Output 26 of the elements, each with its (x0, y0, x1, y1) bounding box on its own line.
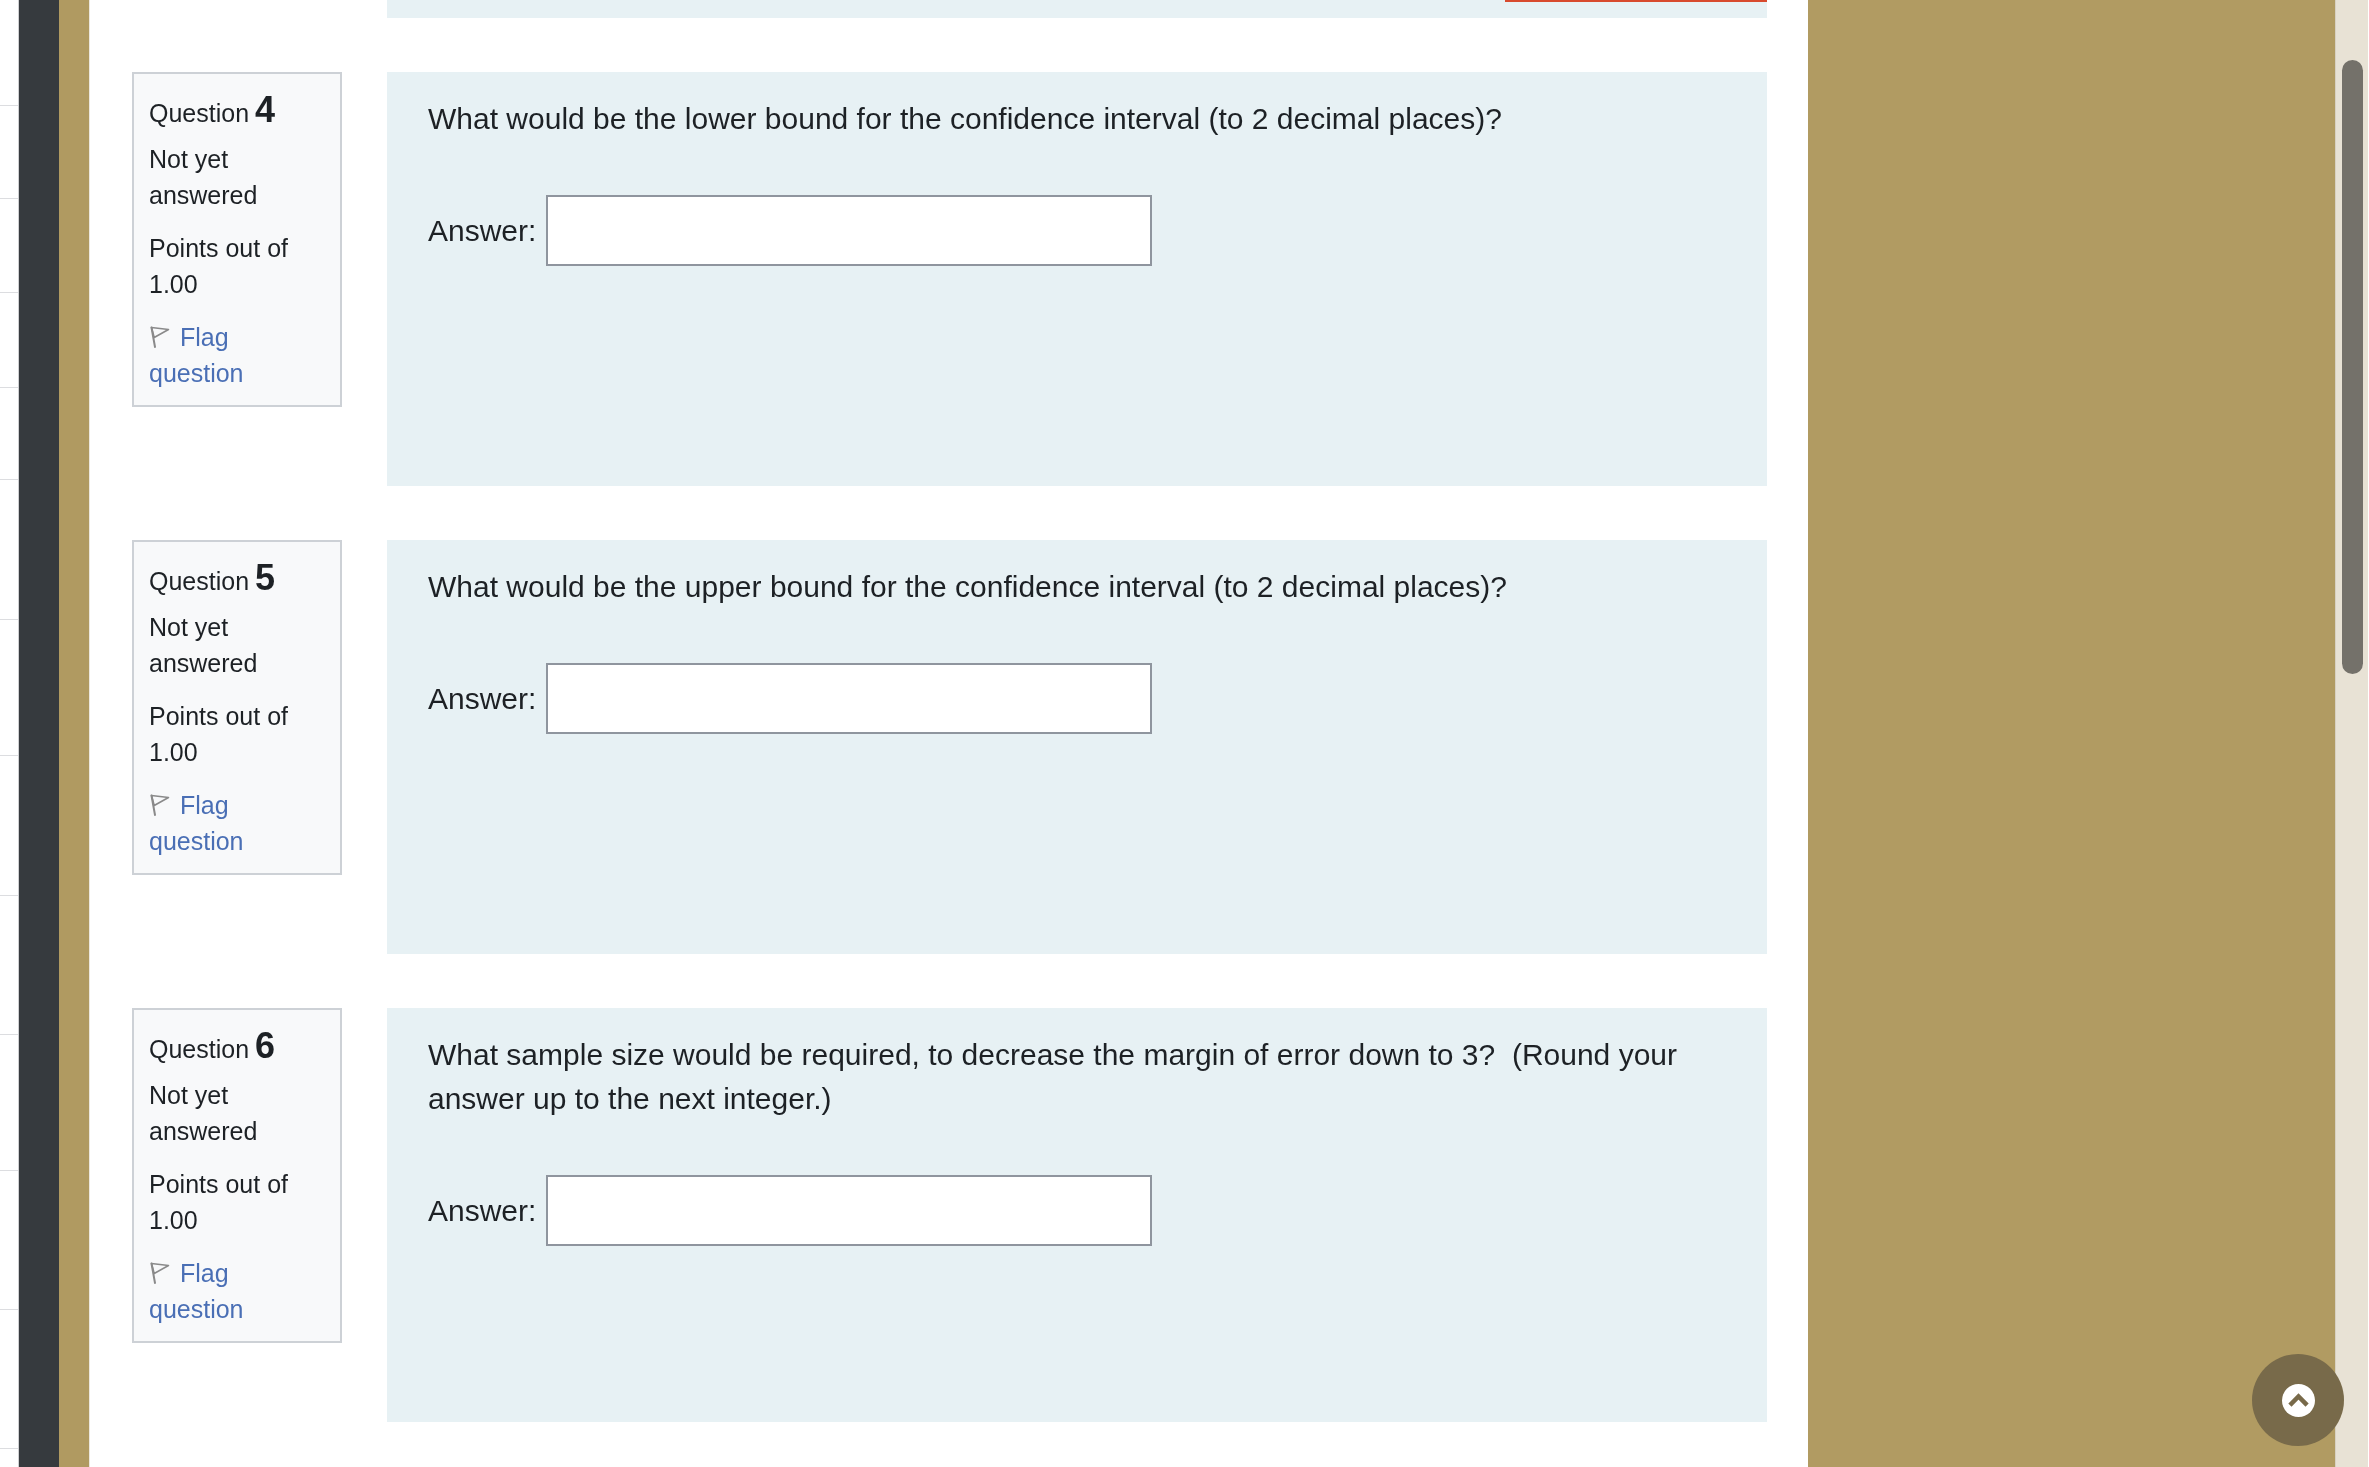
question-text: What would be the upper bound for the confidence interval (to 2 decimal places)? (428, 569, 1508, 605)
question-text: What sample size would be required, to decrease the margin of error down to 3? (Round your answer up to the next integer.) (428, 1037, 1678, 1117)
question-points: Points out of 1.00 (149, 233, 289, 300)
answer-label: Answer: (428, 680, 537, 717)
flag-question-link[interactable]: Flag question (149, 1255, 318, 1327)
answer-label: Answer: (428, 1192, 537, 1229)
question-label: Question (149, 1035, 250, 1063)
question-points: Points out of 1.00 (149, 701, 289, 768)
question-label: Question (149, 567, 250, 595)
question-status: Not yet answered (149, 1080, 259, 1147)
question-points: Points out of 1.00 (149, 1169, 289, 1236)
question-label: Question (149, 99, 250, 127)
answer-field[interactable] (546, 1175, 1153, 1246)
question-number: 6 (255, 1025, 276, 1066)
question-status: Not yet answered (149, 144, 259, 211)
question-number: 5 (255, 557, 276, 598)
answer-field[interactable] (546, 663, 1153, 734)
answer-field[interactable] (546, 195, 1153, 266)
question-text: What would be the lower bound for the confidence interval (to 2 decimal places)? (428, 101, 1503, 137)
circled-chevron-up-icon (2281, 1383, 2315, 1417)
question-number: 4 (255, 89, 276, 130)
flag-question-link[interactable]: Flag question (149, 319, 318, 391)
question-status: Not yet answered (149, 612, 259, 679)
answer-label: Answer: (428, 212, 537, 249)
scrollbar-thumb[interactable] (2342, 60, 2363, 674)
flag-question-link[interactable]: Flag question (149, 787, 318, 859)
